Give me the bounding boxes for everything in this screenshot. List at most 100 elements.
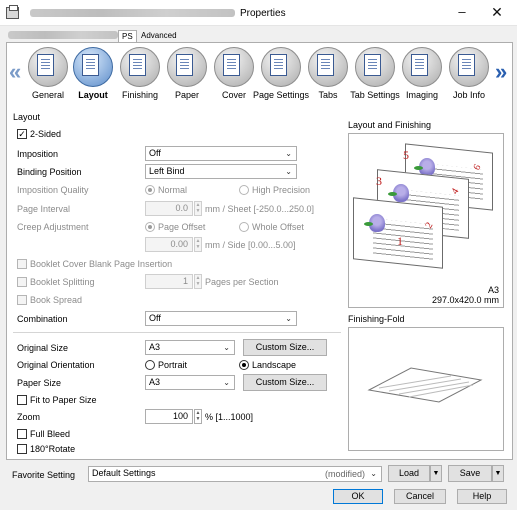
properties-panel: « General Layout Finishing Paper Cover P… (6, 42, 513, 460)
save-button[interactable]: Save (448, 465, 492, 482)
original-size-label: Original Size (17, 343, 69, 353)
book-spread-checkbox[interactable] (17, 295, 27, 305)
job-info-icon (458, 54, 475, 76)
zoom-input[interactable]: 100 (145, 409, 193, 424)
close-button[interactable]: ✕ (486, 3, 508, 21)
rotate-label: 180°Rotate (30, 444, 76, 454)
booklet-cover-checkbox[interactable] (17, 259, 27, 269)
paper-icon (176, 54, 193, 76)
landscape-label: Landscape (252, 360, 297, 370)
tab-page-settings[interactable]: Page Settings (253, 45, 309, 105)
chevron-down-icon: ⌄ (285, 314, 292, 323)
portrait-radio[interactable] (145, 360, 155, 370)
preview-sheet-1 (353, 197, 443, 269)
layout-icon (82, 54, 99, 76)
tabs-icon (317, 54, 334, 76)
tab-layout[interactable]: Layout (70, 45, 116, 105)
full-bleed-checkbox[interactable] (17, 429, 27, 439)
creep-value-unit: mm / Side [0.00...5.00] (205, 240, 296, 250)
help-button[interactable]: Help (457, 489, 507, 504)
page-interval-unit: mm / Sheet [-250.0...250.0] (205, 204, 315, 214)
minimize-button[interactable]: – (451, 3, 473, 21)
booklet-cover-label: Booklet Cover Blank Page Insertion (30, 259, 173, 269)
page-number-1: 1 (397, 234, 403, 248)
imposition-select[interactable]: Off ⌄ (145, 146, 297, 161)
save-dropdown-icon[interactable]: ▼ (492, 465, 504, 482)
scroll-left-icon[interactable]: « (9, 61, 21, 83)
zoom-label: Zoom (17, 412, 41, 422)
creep-value-spinner[interactable]: ▲ ▼ (194, 237, 202, 252)
tab-tabs[interactable]: Tabs (305, 45, 351, 105)
rotate-checkbox[interactable] (17, 444, 27, 454)
cancel-button[interactable]: Cancel (394, 489, 446, 504)
tab-finishing[interactable]: Finishing (117, 45, 163, 105)
chevron-down-icon: ⌄ (285, 167, 292, 176)
tab-cover[interactable]: Cover (211, 45, 257, 105)
finishing-fold-label: Finishing-Fold (348, 314, 405, 324)
layout-group-label: Layout (13, 112, 41, 122)
ok-button[interactable]: OK (333, 489, 383, 504)
zoom-unit: % [1...1000] (205, 412, 254, 422)
page-offset-label: Page Offset (158, 222, 206, 232)
tab-settings-icon (364, 54, 381, 76)
fit-to-paper-label: Fit to Paper Size (30, 395, 97, 405)
quality-high-radio[interactable] (239, 185, 249, 195)
paper-custom-size-button[interactable]: Custom Size... (243, 374, 327, 391)
original-size-select[interactable]: A3 ⌄ (145, 340, 235, 355)
printer-icon (6, 5, 19, 19)
portrait-label: Portrait (158, 360, 188, 370)
title-bar: Properties – ✕ (0, 0, 517, 26)
page-interval-spinner[interactable]: ▲ ▼ (194, 201, 202, 216)
combination-select[interactable]: Off ⌄ (145, 311, 297, 326)
window-title: Properties (240, 8, 286, 19)
booklet-splitting-checkbox[interactable] (17, 277, 27, 287)
chevron-down-icon: ⌄ (370, 469, 377, 478)
chevron-down-icon: ⌄ (223, 378, 230, 387)
chevron-down-icon: ⌄ (223, 343, 230, 352)
fold-paper-icon (367, 367, 483, 403)
page-interval-input[interactable]: 0.0 (145, 201, 193, 216)
fit-to-paper-checkbox[interactable] (17, 395, 27, 405)
landscape-radio[interactable] (239, 360, 249, 370)
combination-label: Combination (17, 314, 68, 324)
page-offset-radio[interactable] (145, 222, 155, 232)
booklet-splitting-label: Booklet Splitting (30, 277, 95, 287)
whole-offset-radio[interactable] (239, 222, 249, 232)
scroll-right-icon[interactable]: » (495, 61, 507, 83)
flower-icon (388, 184, 409, 202)
divider (13, 332, 341, 333)
book-spread-label: Book Spread (30, 295, 83, 305)
redacted-tab-label (8, 31, 118, 39)
page-interval-label: Page Interval (17, 204, 71, 214)
quality-normal-label: Normal (158, 185, 188, 195)
quality-normal-radio[interactable] (145, 185, 155, 195)
original-custom-size-button[interactable]: Custom Size... (243, 339, 327, 356)
page-number-3: 3 (376, 174, 382, 188)
tab-paper[interactable]: Paper (164, 45, 210, 105)
paper-size-select[interactable]: A3 ⌄ (145, 375, 235, 390)
finishing-icon (129, 54, 146, 76)
pages-per-section-spinner[interactable]: ▲ ▼ (194, 274, 202, 289)
zoom-spinner[interactable]: ▲ ▼ (194, 409, 202, 424)
load-button[interactable]: Load (388, 465, 430, 482)
general-icon (37, 54, 54, 76)
tab-imaging[interactable]: Imaging (399, 45, 445, 105)
original-orientation-label: Original Orientation (17, 360, 95, 370)
tab-job-info[interactable]: Job Info (446, 45, 492, 105)
load-dropdown-icon[interactable]: ▼ (430, 465, 442, 482)
tab-tab-settings[interactable]: Tab Settings (350, 45, 400, 105)
finishing-fold-preview (348, 327, 504, 451)
creep-value-input[interactable]: 0.00 (145, 237, 193, 252)
imposition-quality-label: Imposition Quality (17, 185, 89, 195)
paper-dims: 297.0x420.0 mm (431, 295, 499, 305)
favorite-setting-select[interactable]: Default Settings (modified) ⌄ (88, 466, 382, 482)
page-number-5: 5 (403, 148, 409, 162)
page-settings-icon (270, 54, 287, 76)
two-sided-checkbox[interactable]: ✓ (17, 129, 27, 139)
pages-per-section-input[interactable]: 1 (145, 274, 193, 289)
modified-indicator: (modified) (324, 469, 365, 479)
imposition-label: Imposition (17, 149, 59, 159)
icon-tab-row: « General Layout Finishing Paper Cover P… (7, 43, 512, 107)
whole-offset-label: Whole Offset (252, 222, 304, 232)
binding-position-select[interactable]: Left Bind ⌄ (145, 164, 297, 179)
